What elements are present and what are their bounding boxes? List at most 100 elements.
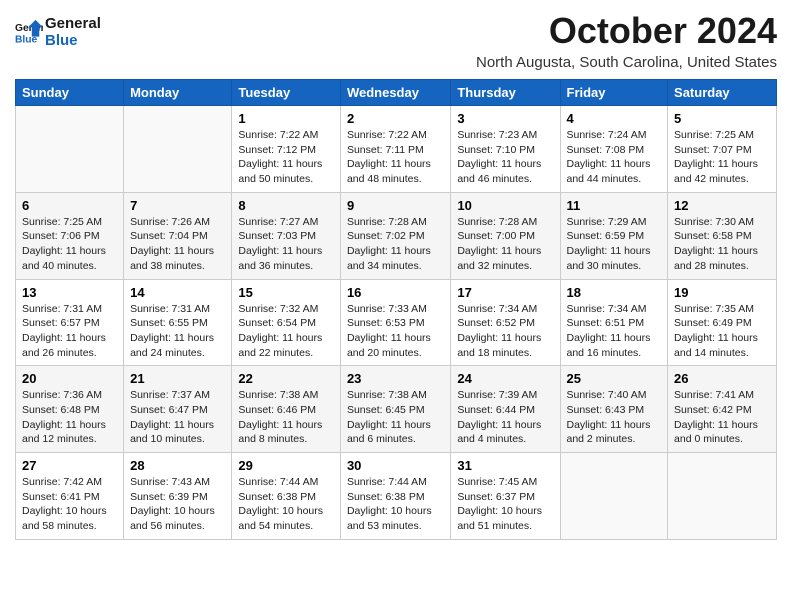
cell-0-3: 2Sunrise: 7:22 AMSunset: 7:11 PMDaylight… bbox=[340, 106, 450, 193]
day-info-9: Sunrise: 7:28 AMSunset: 7:02 PMDaylight:… bbox=[347, 215, 444, 274]
cell-1-4: 10 Sunrise: 7:28 AMSunset: 7:00 PMDayligh… bbox=[451, 192, 560, 279]
header-wednesday: Wednesday bbox=[340, 80, 450, 106]
day-info-24: Sunrise: 7:39 AMSunset: 6:44 PMDaylight:… bbox=[457, 388, 553, 447]
day-info-23: Sunrise: 7:38 AMSunset: 6:45 PMDaylight:… bbox=[347, 388, 444, 447]
day-info-29: Sunrise: 7:44 AMSunset: 6:38 PMDaylight:… bbox=[238, 475, 334, 534]
day-number-23: 23 bbox=[347, 371, 444, 386]
cell-2-3: 16 Sunrise: 7:33 AMSunset: 6:53 PMDayligh… bbox=[340, 279, 450, 366]
cell-0-6: 5 Sunrise: 7:25 AMSunset: 7:07 PMDaylight… bbox=[668, 106, 777, 193]
day-info-7: Sunrise: 7:26 AMSunset: 7:04 PMDaylight:… bbox=[130, 215, 225, 274]
cell-0-5: 4Sunrise: 7:24 AMSunset: 7:08 PMDaylight… bbox=[560, 106, 668, 193]
cell-4-0: 27 Sunrise: 7:42 AMSunset: 6:41 PMDayligh… bbox=[16, 453, 124, 540]
day-number-19: 19 bbox=[674, 285, 770, 300]
header-tuesday: Tuesday bbox=[232, 80, 341, 106]
cell-1-3: 9 Sunrise: 7:28 AMSunset: 7:02 PMDaylight… bbox=[340, 192, 450, 279]
logo: General Blue General Blue bbox=[15, 16, 101, 49]
day-number-5: 5 bbox=[674, 111, 770, 126]
day-number-20: 20 bbox=[22, 371, 117, 386]
day-number-21: 21 bbox=[130, 371, 225, 386]
day-number-26: 26 bbox=[674, 371, 770, 386]
week-row-4: 20 Sunrise: 7:36 AMSunset: 6:48 PMDayligh… bbox=[16, 366, 777, 453]
day-number-2: 2 bbox=[347, 111, 444, 126]
day-info-26: Sunrise: 7:41 AMSunset: 6:42 PMDaylight:… bbox=[674, 388, 770, 447]
day-info-14: Sunrise: 7:31 AMSunset: 6:55 PMDaylight:… bbox=[130, 302, 225, 361]
location-subtitle: North Augusta, South Carolina, United St… bbox=[476, 54, 777, 71]
day-number-16: 16 bbox=[347, 285, 444, 300]
cell-2-6: 19Sunrise: 7:35 AMSunset: 6:49 PMDayligh… bbox=[668, 279, 777, 366]
cell-1-2: 8 Sunrise: 7:27 AMSunset: 7:03 PMDaylight… bbox=[232, 192, 341, 279]
day-info-10: Sunrise: 7:28 AMSunset: 7:00 PMDaylight:… bbox=[457, 215, 553, 274]
day-info-13: Sunrise: 7:31 AMSunset: 6:57 PMDaylight:… bbox=[22, 302, 117, 361]
logo-icon: General Blue bbox=[15, 18, 43, 46]
cell-2-2: 15 Sunrise: 7:32 AMSunset: 6:54 PMDayligh… bbox=[232, 279, 341, 366]
cell-0-4: 3 Sunrise: 7:23 AMSunset: 7:10 PMDaylight… bbox=[451, 106, 560, 193]
day-info-8: Sunrise: 7:27 AMSunset: 7:03 PMDaylight:… bbox=[238, 215, 334, 274]
cell-1-5: 11Sunrise: 7:29 AMSunset: 6:59 PMDayligh… bbox=[560, 192, 668, 279]
cell-0-2: 1 Sunrise: 7:22 AMSunset: 7:12 PMDaylight… bbox=[232, 106, 341, 193]
header-friday: Friday bbox=[560, 80, 668, 106]
day-info-21: Sunrise: 7:37 AMSunset: 6:47 PMDaylight:… bbox=[130, 388, 225, 447]
day-number-31: 31 bbox=[457, 458, 553, 473]
day-number-17: 17 bbox=[457, 285, 553, 300]
day-info-16: Sunrise: 7:33 AMSunset: 6:53 PMDaylight:… bbox=[347, 302, 444, 361]
day-number-15: 15 bbox=[238, 285, 334, 300]
calendar-table: Sunday Monday Tuesday Wednesday Thursday… bbox=[15, 79, 777, 540]
cell-0-1 bbox=[124, 106, 232, 193]
day-info-27: Sunrise: 7:42 AMSunset: 6:41 PMDaylight:… bbox=[22, 475, 117, 534]
calendar-header: Sunday Monday Tuesday Wednesday Thursday… bbox=[16, 80, 777, 106]
weekday-header-row: Sunday Monday Tuesday Wednesday Thursday… bbox=[16, 80, 777, 106]
day-number-29: 29 bbox=[238, 458, 334, 473]
day-number-3: 3 bbox=[457, 111, 553, 126]
day-number-8: 8 bbox=[238, 198, 334, 213]
week-row-1: 1 Sunrise: 7:22 AMSunset: 7:12 PMDaylight… bbox=[16, 106, 777, 193]
day-number-22: 22 bbox=[238, 371, 334, 386]
cell-2-0: 13Sunrise: 7:31 AMSunset: 6:57 PMDayligh… bbox=[16, 279, 124, 366]
day-info-20: Sunrise: 7:36 AMSunset: 6:48 PMDaylight:… bbox=[22, 388, 117, 447]
day-number-6: 6 bbox=[22, 198, 117, 213]
day-info-1: Sunrise: 7:22 AMSunset: 7:12 PMDaylight:… bbox=[238, 128, 334, 187]
day-number-9: 9 bbox=[347, 198, 444, 213]
day-info-15: Sunrise: 7:32 AMSunset: 6:54 PMDaylight:… bbox=[238, 302, 334, 361]
day-info-17: Sunrise: 7:34 AMSunset: 6:52 PMDaylight:… bbox=[457, 302, 553, 361]
cell-4-3: 30Sunrise: 7:44 AMSunset: 6:38 PMDayligh… bbox=[340, 453, 450, 540]
day-number-1: 1 bbox=[238, 111, 334, 126]
cell-1-1: 7Sunrise: 7:26 AMSunset: 7:04 PMDaylight… bbox=[124, 192, 232, 279]
cell-3-0: 20 Sunrise: 7:36 AMSunset: 6:48 PMDayligh… bbox=[16, 366, 124, 453]
day-number-24: 24 bbox=[457, 371, 553, 386]
day-info-6: Sunrise: 7:25 AMSunset: 7:06 PMDaylight:… bbox=[22, 215, 117, 274]
cell-0-0 bbox=[16, 106, 124, 193]
day-info-5: Sunrise: 7:25 AMSunset: 7:07 PMDaylight:… bbox=[674, 128, 770, 187]
day-info-4: Sunrise: 7:24 AMSunset: 7:08 PMDaylight:… bbox=[567, 128, 662, 187]
header-saturday: Saturday bbox=[668, 80, 777, 106]
day-info-18: Sunrise: 7:34 AMSunset: 6:51 PMDaylight:… bbox=[567, 302, 662, 361]
title-area: October 2024 North Augusta, South Caroli… bbox=[476, 10, 777, 71]
header-monday: Monday bbox=[124, 80, 232, 106]
day-info-31: Sunrise: 7:45 AMSunset: 6:37 PMDaylight:… bbox=[457, 475, 553, 534]
day-info-3: Sunrise: 7:23 AMSunset: 7:10 PMDaylight:… bbox=[457, 128, 553, 187]
day-number-11: 11 bbox=[567, 198, 662, 213]
logo-line2: Blue bbox=[45, 32, 78, 49]
week-row-3: 13Sunrise: 7:31 AMSunset: 6:57 PMDayligh… bbox=[16, 279, 777, 366]
header-thursday: Thursday bbox=[451, 80, 560, 106]
cell-4-5 bbox=[560, 453, 668, 540]
logo-line1: General bbox=[45, 15, 101, 32]
day-number-14: 14 bbox=[130, 285, 225, 300]
cell-3-2: 22 Sunrise: 7:38 AMSunset: 6:46 PMDayligh… bbox=[232, 366, 341, 453]
day-number-12: 12 bbox=[674, 198, 770, 213]
day-number-18: 18 bbox=[567, 285, 662, 300]
cell-3-5: 25Sunrise: 7:40 AMSunset: 6:43 PMDayligh… bbox=[560, 366, 668, 453]
day-number-10: 10 bbox=[457, 198, 553, 213]
day-info-12: Sunrise: 7:30 AMSunset: 6:58 PMDaylight:… bbox=[674, 215, 770, 274]
day-info-22: Sunrise: 7:38 AMSunset: 6:46 PMDaylight:… bbox=[238, 388, 334, 447]
cell-1-6: 12 Sunrise: 7:30 AMSunset: 6:58 PMDayligh… bbox=[668, 192, 777, 279]
day-number-27: 27 bbox=[22, 458, 117, 473]
week-row-5: 27 Sunrise: 7:42 AMSunset: 6:41 PMDayligh… bbox=[16, 453, 777, 540]
cell-4-1: 28Sunrise: 7:43 AMSunset: 6:39 PMDayligh… bbox=[124, 453, 232, 540]
cell-2-1: 14 Sunrise: 7:31 AMSunset: 6:55 PMDayligh… bbox=[124, 279, 232, 366]
day-info-28: Sunrise: 7:43 AMSunset: 6:39 PMDaylight:… bbox=[130, 475, 225, 534]
month-title: October 2024 bbox=[476, 10, 777, 52]
cell-4-4: 31 Sunrise: 7:45 AMSunset: 6:37 PMDayligh… bbox=[451, 453, 560, 540]
cell-3-3: 23 Sunrise: 7:38 AMSunset: 6:45 PMDayligh… bbox=[340, 366, 450, 453]
cell-3-6: 26 Sunrise: 7:41 AMSunset: 6:42 PMDayligh… bbox=[668, 366, 777, 453]
cell-4-2: 29 Sunrise: 7:44 AMSunset: 6:38 PMDayligh… bbox=[232, 453, 341, 540]
